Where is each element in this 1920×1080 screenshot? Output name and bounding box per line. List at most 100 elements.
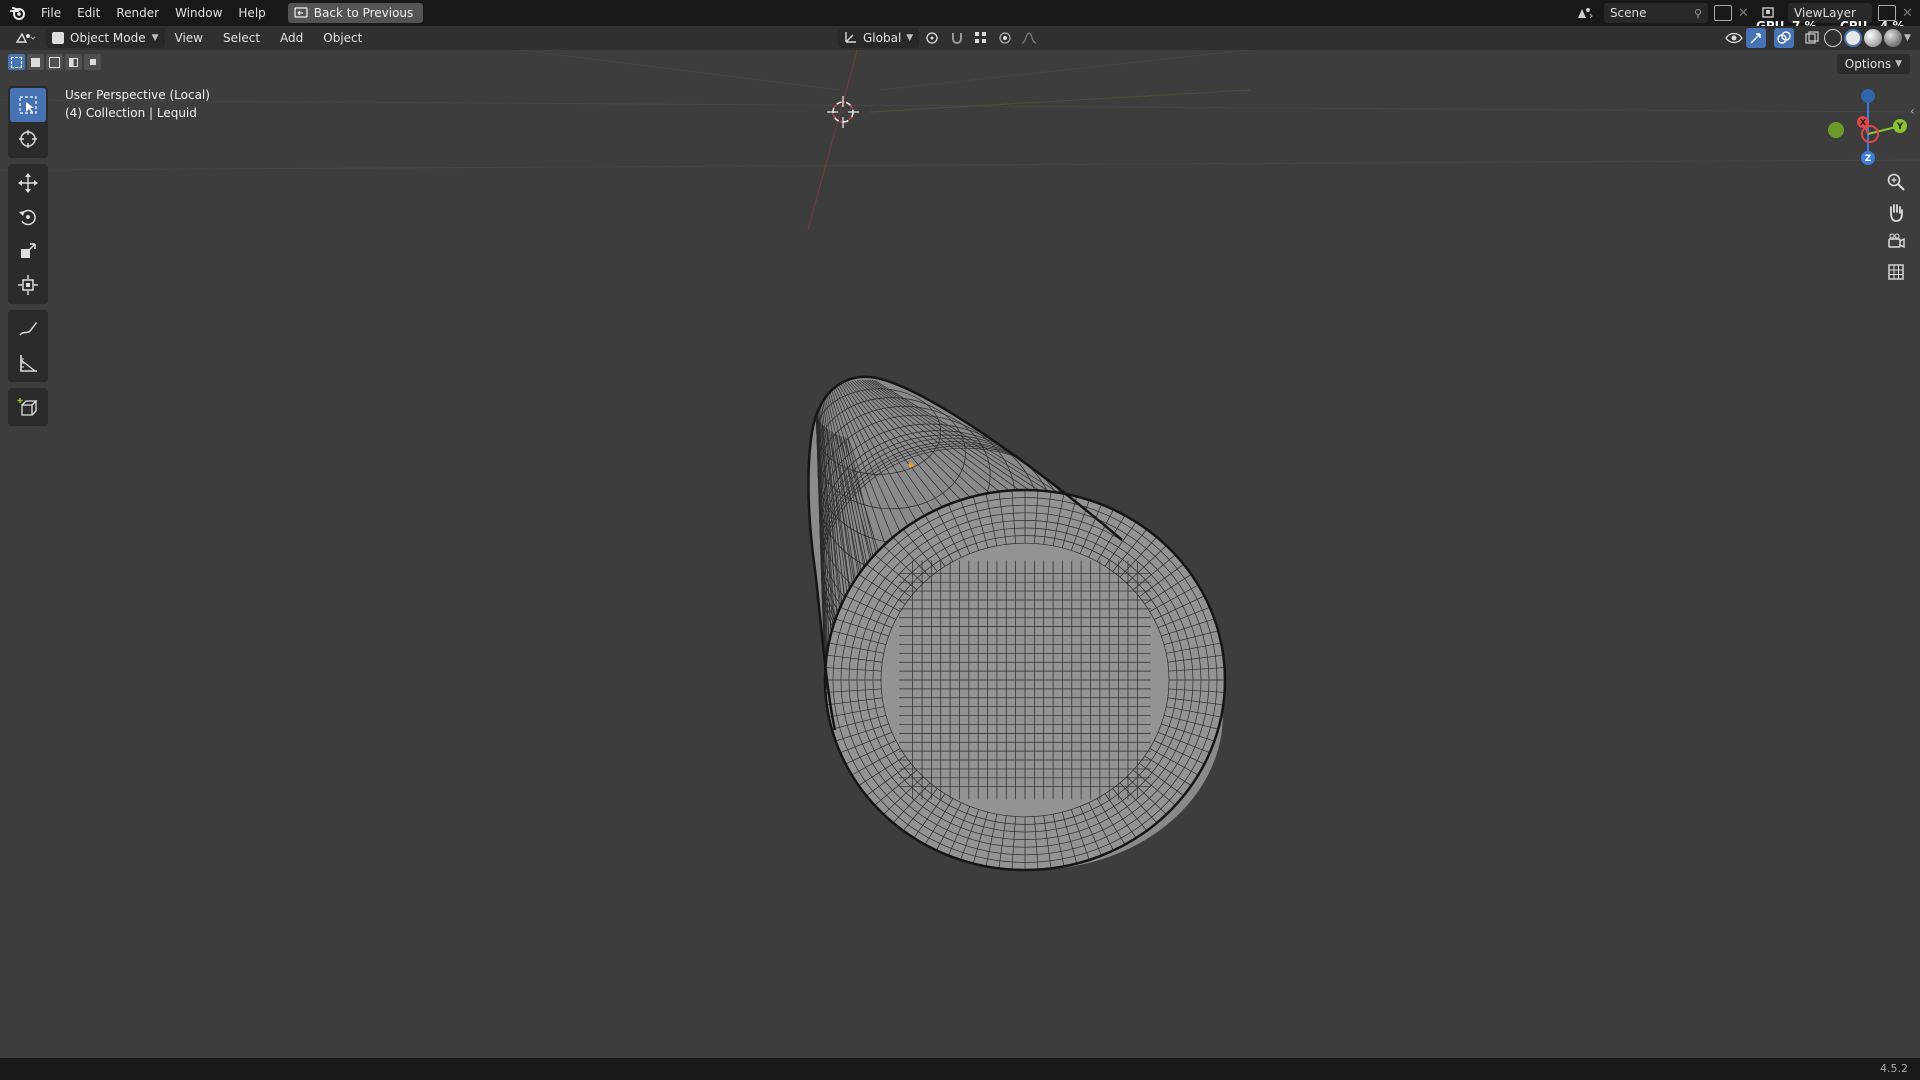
navigation-gizmo[interactable]: X Y Z [1818,86,1918,176]
grid-lines [0,50,1920,171]
screen-back-icon [294,7,308,18]
delete-scene-icon[interactable]: ✕ [1738,6,1752,21]
transform-icon [18,275,38,295]
rendered-shading-icon[interactable] [1884,29,1902,47]
select-box-tool[interactable] [10,88,46,122]
object-mode-label: Object Mode [70,31,146,45]
3d-viewport[interactable] [0,50,1920,1058]
header-menu-object[interactable]: Object [313,31,372,45]
blender-window: File Edit Render Window Help Back to Pre… [0,0,1920,1080]
left-toolbar [8,86,48,432]
transform-orientation-dropdown[interactable]: Global ▼ [838,28,920,48]
pan-hand-icon[interactable] [1882,200,1910,224]
scene-selector-icon[interactable] [1572,3,1598,23]
header-menu-view[interactable]: View [165,31,213,45]
gizmo-x-label: X [1860,118,1867,127]
select-invert-icon[interactable] [65,54,82,70]
snap-increment-icon[interactable] [971,28,991,48]
gizmo-y-label: Y [1896,122,1904,132]
visibility-eye-icon[interactable] [1724,28,1744,48]
selection-mode-buttons [8,54,101,70]
orientation-icon [844,30,858,47]
rotate-icon [19,209,36,226]
version-label: 4.5.2 [1880,1062,1908,1075]
gizmo-neg-z[interactable] [1861,89,1875,103]
grid-ortho-icon[interactable] [1882,260,1910,284]
toolbar-group-add [8,388,48,426]
material-shading-icon[interactable] [1864,29,1882,47]
select-subtract-icon[interactable] [46,54,63,70]
header-menu-select[interactable]: Select [213,31,270,45]
cursor-tool[interactable] [10,122,46,156]
back-to-previous-label: Back to Previous [313,6,414,20]
options-dropdown[interactable]: Options ▼ [1836,54,1910,74]
view-name: User Perspective (Local) [65,88,210,102]
top-right-controls: Scene ⚲ ✕ ViewLayer ✕ [1572,0,1920,26]
select-new-icon[interactable] [8,54,25,70]
gizmo-neg-y[interactable] [1828,122,1844,138]
select-intersect-icon[interactable] [84,54,101,70]
proportional-edit-icon[interactable] [995,28,1015,48]
options-label: Options [1844,57,1892,71]
gizmo-toggle-icon[interactable] [1746,28,1766,48]
world-y-axis [869,89,1251,113]
object-mode-icon [52,32,64,44]
scale-tool[interactable] [10,234,46,268]
annotate-icon [19,322,37,336]
toolbar-group-transform [8,164,48,304]
rotate-tool[interactable] [10,200,46,234]
toolbar-group-select [8,86,48,158]
header-menu-add[interactable]: Add [270,31,313,45]
new-scene-icon[interactable] [1714,5,1732,21]
menu-file[interactable]: File [33,2,69,24]
annotate-tool[interactable] [10,312,46,346]
transform-controls: Global ▼ [838,28,1039,48]
editor-type-icon[interactable] [8,28,42,48]
navigation-buttons [1882,170,1910,284]
select-box-icon [19,96,37,114]
menu-render[interactable]: Render [108,2,167,24]
add-cube-tool[interactable] [10,390,46,424]
move-icon [18,173,38,193]
viewport-header: Object Mode ▼ View Select Add Object Glo… [0,26,1920,50]
chevron-down-icon: ▼ [906,33,914,43]
select-extend-icon[interactable] [27,54,44,70]
xray-toggle-icon[interactable] [1802,28,1822,48]
snap-toggle-icon[interactable] [947,28,967,48]
orientation-label: Global [863,31,902,45]
back-to-previous-button[interactable]: Back to Previous [287,3,424,23]
chevron-down-icon: ▼ [1895,59,1902,69]
status-bar: 4.5.2 [0,1058,1920,1080]
move-tool[interactable] [10,166,46,200]
measure-tool[interactable] [10,346,46,380]
scene-field[interactable]: Scene ⚲ [1603,3,1708,23]
collection-info: (4) Collection | Lequid [65,106,197,120]
pin-icon[interactable]: ⚲ [1694,7,1702,20]
measure-icon [20,355,37,372]
wireframe-shading-icon[interactable] [1824,29,1842,47]
zoom-icon[interactable] [1882,170,1910,194]
3d-cursor-icon[interactable] [827,96,859,128]
transform-tool[interactable] [10,268,46,302]
menu-edit[interactable]: Edit [69,2,108,24]
world-x-axis [807,50,858,231]
camera-icon[interactable] [1882,230,1910,254]
scale-icon [21,243,36,258]
add-cube-icon [17,398,38,416]
blender-logo-icon[interactable] [9,4,27,22]
scene-name: Scene [1609,6,1647,20]
pivot-point-icon[interactable] [923,28,943,48]
solid-shading-icon[interactable] [1844,29,1862,47]
shading-options-chevron-icon[interactable]: ▼ [1904,33,1916,43]
gizmo-z-label: Z [1865,154,1872,164]
menu-help[interactable]: Help [230,2,273,24]
view-layer-name: ViewLayer [1794,6,1856,20]
object-origin [908,462,914,468]
cylinder-object[interactable] [807,375,1227,872]
overlays-toggle-icon[interactable] [1774,28,1794,48]
top-menu-bar: File Edit Render Window Help Back to Pre… [0,0,1920,33]
menu-window[interactable]: Window [167,2,230,24]
chevron-down-icon: ▼ [151,33,159,43]
object-mode-dropdown[interactable]: Object Mode ▼ [46,28,165,48]
falloff-icon[interactable] [1019,28,1039,48]
